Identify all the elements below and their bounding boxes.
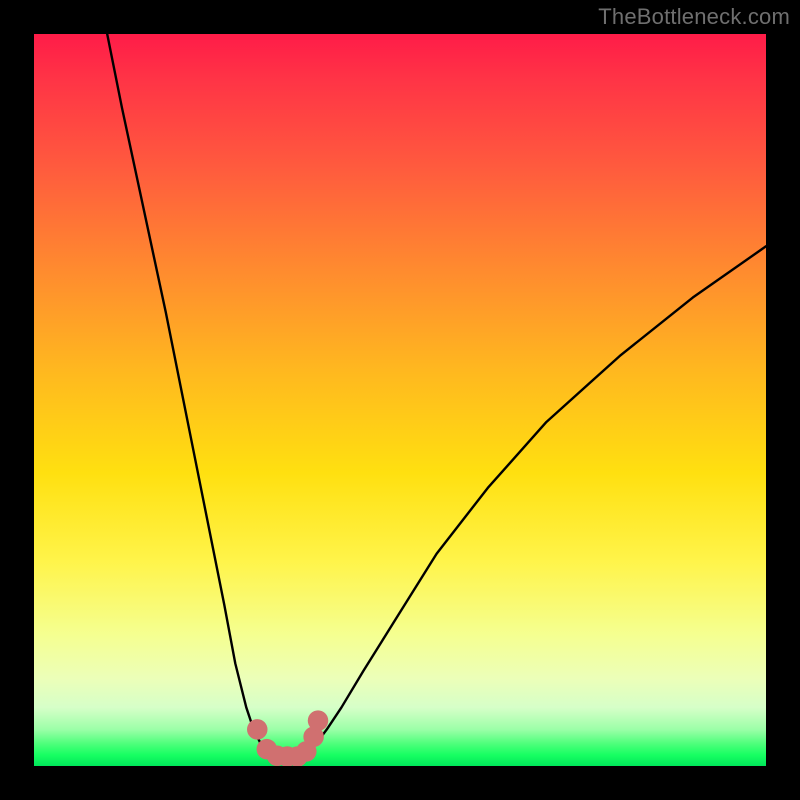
bottleneck-curve	[107, 34, 766, 757]
watermark-text: TheBottleneck.com	[598, 4, 790, 30]
plot-area	[34, 34, 766, 766]
chart-svg	[34, 34, 766, 766]
highlight-dot	[308, 710, 329, 731]
curve-layer	[107, 34, 766, 757]
highlight-dot	[247, 719, 268, 740]
outer-frame: TheBottleneck.com	[0, 0, 800, 800]
marker-layer	[247, 710, 328, 766]
